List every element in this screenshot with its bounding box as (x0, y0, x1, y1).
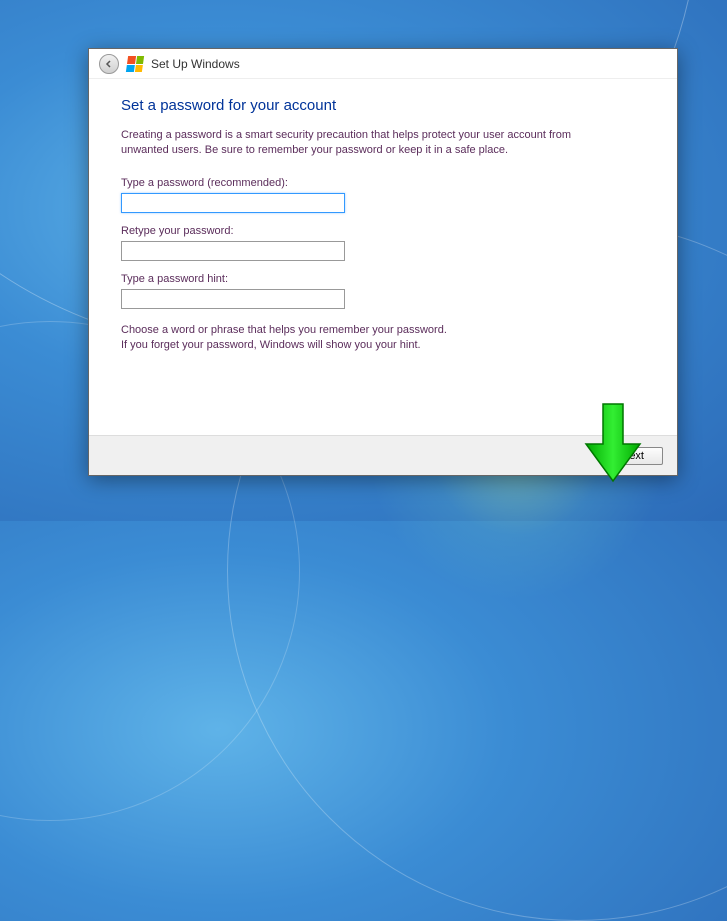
window-title: Set Up Windows (151, 57, 240, 71)
windows-flag-icon (126, 56, 144, 72)
hint-line-1: Choose a word or phrase that helps you r… (121, 323, 645, 338)
hint-explanation: Choose a word or phrase that helps you r… (121, 323, 645, 354)
retype-field-group: Retype your password: (121, 225, 645, 261)
hint-line-2: If you forget your password, Windows wil… (121, 338, 645, 353)
hint-field-group: Type a password hint: (121, 273, 645, 309)
page-heading: Set a password for your account (121, 97, 645, 114)
title-bar: Set Up Windows (89, 49, 677, 79)
button-bar: Next (89, 435, 677, 475)
retype-password-input[interactable] (121, 241, 345, 261)
retype-label: Retype your password: (121, 225, 645, 237)
page-description: Creating a password is a smart security … (121, 128, 601, 159)
password-input[interactable] (121, 193, 345, 213)
setup-window: Set Up Windows Set a password for your a… (88, 48, 678, 476)
hint-label: Type a password hint: (121, 273, 645, 285)
content-area: Set a password for your account Creating… (89, 79, 677, 354)
password-label: Type a password (recommended): (121, 177, 645, 189)
password-hint-input[interactable] (121, 289, 345, 309)
back-button[interactable] (99, 54, 119, 74)
password-field-group: Type a password (recommended): (121, 177, 645, 213)
next-button[interactable]: Next (602, 447, 663, 465)
